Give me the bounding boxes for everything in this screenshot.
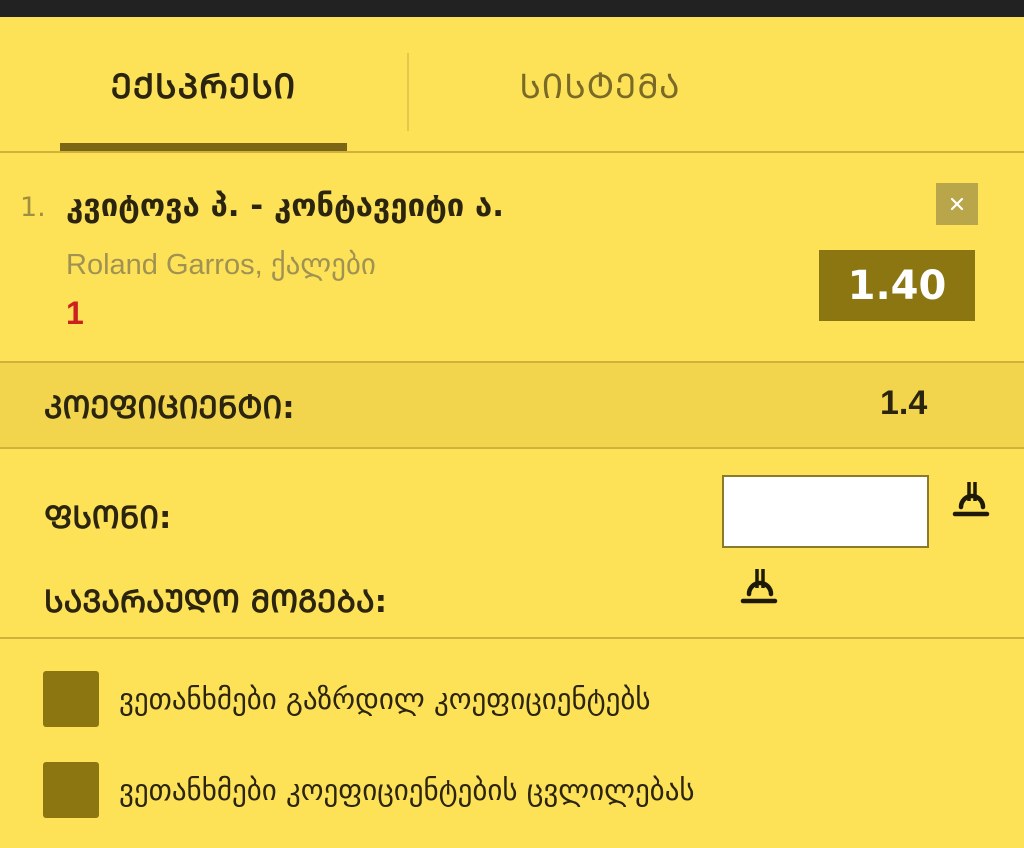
bet-type-tabs: ᲔᲥᲡᲞᲠᲔᲡᲘ ᲡᲘᲡᲢᲔᲛᲐ — [0, 17, 1024, 153]
tab-system-label: ᲡᲘᲡᲢᲔᲛᲐ — [519, 67, 681, 107]
close-icon — [950, 197, 964, 211]
divider — [0, 447, 1024, 449]
top-bar — [0, 0, 1024, 17]
divider — [0, 151, 1024, 153]
accept-odds-change-checkbox[interactable] — [43, 762, 99, 818]
bet-index: 1. — [20, 192, 46, 223]
tab-divider — [407, 53, 409, 131]
accept-higher-odds-option[interactable]: ვეთანხმები გაზრდილ კოეფიციენტებს — [43, 671, 651, 727]
divider — [0, 637, 1024, 639]
coefficient-value: 1.4 — [880, 384, 928, 422]
bet-event-title: კვიტოვა პ. - კონტავეიტი ა. — [66, 188, 504, 224]
coefficient-label: ᲙᲝᲔᲤᲘᲪᲘᲔᲜᲢᲘ: — [44, 390, 295, 426]
bet-tournament: Roland Garros, ქალები — [66, 249, 376, 281]
stake-label: ᲤᲡᲝᲜᲘ: — [44, 500, 172, 536]
tab-system[interactable]: ᲡᲘᲡᲢᲔᲛᲐ — [410, 17, 790, 153]
accept-higher-odds-checkbox[interactable] — [43, 671, 99, 727]
tab-express[interactable]: ᲔᲥᲡᲞᲠᲔᲡᲘ — [60, 17, 347, 153]
stake-input[interactable] — [722, 475, 929, 548]
potential-win-label: ᲡᲐᲕᲐᲠᲐᲣᲓᲝ ᲛᲝᲒᲔᲑᲐ: — [44, 584, 388, 620]
accept-higher-odds-label: ვეთანხმები გაზრდილ კოეფიციენტებს — [119, 682, 651, 716]
accept-odds-change-option[interactable]: ვეთანხმები კოეფიციენტების ცვლილებას — [43, 762, 695, 818]
bet-pick: 1 — [66, 295, 84, 331]
tab-express-label: ᲔᲥᲡᲞᲠᲔᲡᲘ — [110, 67, 297, 107]
lari-icon — [952, 482, 990, 517]
remove-bet-button[interactable] — [936, 183, 978, 225]
lari-icon — [740, 569, 778, 604]
bet-odds: 1.40 — [819, 250, 975, 321]
accept-odds-change-label: ვეთანხმები კოეფიციენტების ცვლილებას — [119, 773, 695, 807]
